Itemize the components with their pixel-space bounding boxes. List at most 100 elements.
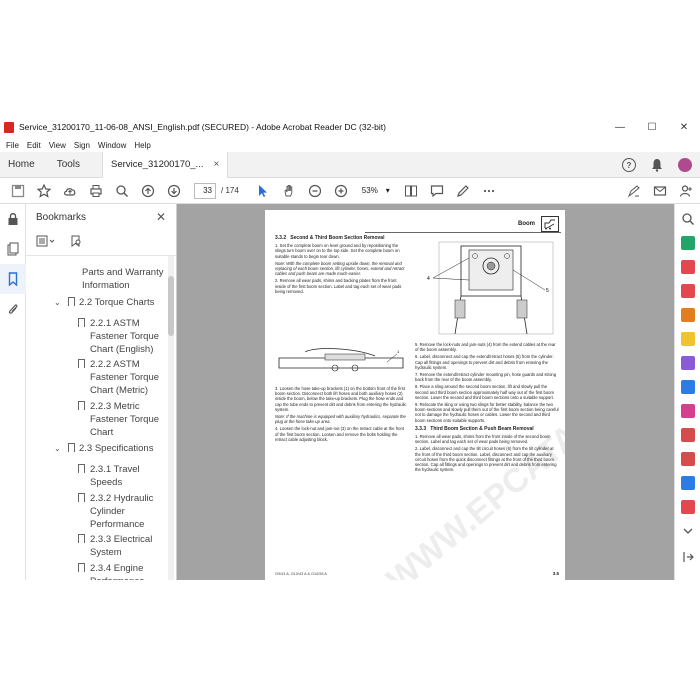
page-layout-icon[interactable] xyxy=(403,183,419,199)
bookmark-item[interactable]: ⌄ 2.2 Torque Charts xyxy=(54,296,166,309)
menu-edit[interactable]: Edit xyxy=(27,141,41,150)
tab-close-button[interactable]: × xyxy=(213,159,219,170)
email-icon[interactable] xyxy=(652,183,668,199)
page-footer-right: 3.5 xyxy=(552,571,559,576)
select-cursor-icon[interactable] xyxy=(255,183,271,199)
paragraph: 8. Place a sling around the second boom … xyxy=(415,384,554,400)
sign-link-icon[interactable] xyxy=(626,183,642,199)
menu-help[interactable]: Help xyxy=(134,141,150,150)
comment-tool-icon[interactable] xyxy=(681,332,695,346)
scan-ocr-icon[interactable] xyxy=(681,476,695,490)
help-icon[interactable]: ? xyxy=(622,158,636,172)
bookmark-options-icon[interactable] xyxy=(36,234,56,252)
bookmark-item[interactable]: ⌄ 2.3 Specifications xyxy=(54,442,166,455)
bookmarks-scrollbar[interactable] xyxy=(168,256,174,580)
header-rule xyxy=(365,232,561,233)
svg-text:4: 4 xyxy=(427,276,430,282)
paragraph: 2. Label, disconnect and cap the tilt ci… xyxy=(415,446,557,473)
compress-pdf-icon[interactable] xyxy=(681,380,695,394)
more-tools-icon[interactable] xyxy=(681,524,695,538)
page-total: / 174 xyxy=(221,186,239,195)
menu-file[interactable]: File xyxy=(6,141,19,150)
chevron-down-icon[interactable]: ⌄ xyxy=(54,296,64,309)
tab-tools[interactable]: Tools xyxy=(57,159,80,170)
bookmark-item[interactable]: 2.2.3 Metric Fastener Torque Chart xyxy=(78,400,166,439)
zoom-in-icon[interactable] xyxy=(333,183,349,199)
request-signatures-icon[interactable] xyxy=(681,500,695,514)
paragraph: 4. Loosen the lock-nut and jam-nut (3) o… xyxy=(275,426,404,442)
upload-cloud-icon[interactable] xyxy=(62,183,78,199)
menu-view[interactable]: View xyxy=(49,141,66,150)
paragraph: 2. Remove all wear pads, shims and backi… xyxy=(275,278,402,294)
user-avatar[interactable] xyxy=(678,158,692,172)
zoom-level-select[interactable]: 53% ▾ xyxy=(359,183,393,199)
organize-pages-icon[interactable] xyxy=(681,356,695,370)
bookmark-item[interactable]: 2.3.2 Hydraulic Cylinder Performance xyxy=(78,492,166,531)
maximize-button[interactable]: ☐ xyxy=(636,116,668,138)
bookmark-icon xyxy=(78,534,85,543)
attachments-icon[interactable] xyxy=(0,294,26,324)
page-number-input[interactable]: 33 xyxy=(194,182,216,199)
bookmark-label: 2.2.1 ASTM Fastener Torque Chart (Englis… xyxy=(90,318,160,355)
create-pdf-icon[interactable] xyxy=(681,260,695,274)
bookmark-item[interactable]: 2.2.1 ASTM Fastener Torque Chart (Englis… xyxy=(78,317,166,356)
bookmark-item[interactable]: Parts and Warranty Information xyxy=(82,266,166,292)
tab-bar-right: ? xyxy=(622,152,692,178)
document-viewport[interactable]: Boom 3.3.2 Second & Third Boom Section R… xyxy=(177,204,674,580)
comment-icon[interactable] xyxy=(429,183,445,199)
redact-icon[interactable] xyxy=(681,428,695,442)
bookmark-star-icon[interactable] xyxy=(36,183,52,199)
tab-home[interactable]: Home xyxy=(8,159,35,170)
fill-sign-icon[interactable] xyxy=(681,404,695,418)
boom-rear-diagram: 4 5 xyxy=(427,241,554,335)
print-icon[interactable] xyxy=(88,183,104,199)
zoom-out-icon[interactable] xyxy=(307,183,323,199)
minimize-button[interactable]: — xyxy=(604,116,636,138)
share-user-icon[interactable] xyxy=(678,183,694,199)
page-footer-left: G9/43 A, G10/43 A & G10/55 A xyxy=(275,572,327,576)
bookmark-icon xyxy=(78,318,85,327)
tab-document[interactable]: Service_31200170_... × xyxy=(102,151,229,178)
lock-icon[interactable] xyxy=(0,204,26,234)
protect-icon[interactable] xyxy=(681,452,695,466)
more-tools-icon[interactable] xyxy=(481,183,497,199)
bookmark-item[interactable]: 2.2.2 ASTM Fastener Torque Chart (Metric… xyxy=(78,358,166,397)
paragraph: 6. Label, disconnect and cap the extend/… xyxy=(415,354,554,370)
bookmark-item[interactable]: 2.3.4 Engine Performance xyxy=(78,562,166,580)
hand-tool-icon[interactable] xyxy=(281,183,297,199)
scrollbar-thumb[interactable] xyxy=(168,276,174,336)
section-title: Second & Third Boom Section Removal xyxy=(290,235,385,241)
search-icon[interactable] xyxy=(114,183,130,199)
bookmarks-panel-icon[interactable] xyxy=(0,264,26,294)
bookmark-label: 2.2.3 Metric Fastener Torque Chart xyxy=(90,401,160,438)
bookmark-item[interactable]: 2.3.3 Electrical System xyxy=(78,533,166,559)
bookmarks-close-button[interactable]: ✕ xyxy=(156,210,166,224)
close-button[interactable]: ✕ xyxy=(668,116,700,138)
window-controls: — ☐ ✕ xyxy=(604,116,700,138)
notification-bell-icon[interactable] xyxy=(650,158,664,172)
pen-icon[interactable] xyxy=(455,183,471,199)
collapse-pane-icon[interactable] xyxy=(681,550,695,564)
acrobat-window: Service_31200170_11-06-08_ANSI_English.p… xyxy=(0,116,700,580)
tab-document-label: Service_31200170_... xyxy=(111,159,204,170)
save-icon[interactable] xyxy=(10,183,26,199)
bookmark-icon xyxy=(78,563,85,572)
acrobat-logo-icon xyxy=(4,121,14,133)
menu-sign[interactable]: Sign xyxy=(74,141,90,150)
bookmark-item[interactable]: 2.3.1 Travel Speeds xyxy=(78,463,166,489)
bookmark-label: 2.3.4 Engine Performance xyxy=(90,563,144,580)
chevron-down-icon[interactable]: ⌄ xyxy=(54,442,64,455)
svg-text:5: 5 xyxy=(546,288,549,294)
paragraph: 1. Remove all wear pads, shims from the … xyxy=(415,434,551,445)
page-up-icon[interactable] xyxy=(140,183,156,199)
export-pdf-icon[interactable] xyxy=(681,236,695,250)
search-icon[interactable] xyxy=(681,212,695,226)
paragraph: 9. Relocate the sling or using two sling… xyxy=(415,402,559,423)
page-thumbnails-icon[interactable] xyxy=(0,234,26,264)
combine-files-icon[interactable] xyxy=(681,284,695,298)
page-down-icon[interactable] xyxy=(166,183,182,199)
bookmark-search-icon[interactable] xyxy=(70,234,82,252)
edit-pdf-icon[interactable] xyxy=(681,308,695,322)
menu-window[interactable]: Window xyxy=(98,141,126,150)
bookmark-label: 2.3.1 Travel Speeds xyxy=(90,464,140,488)
